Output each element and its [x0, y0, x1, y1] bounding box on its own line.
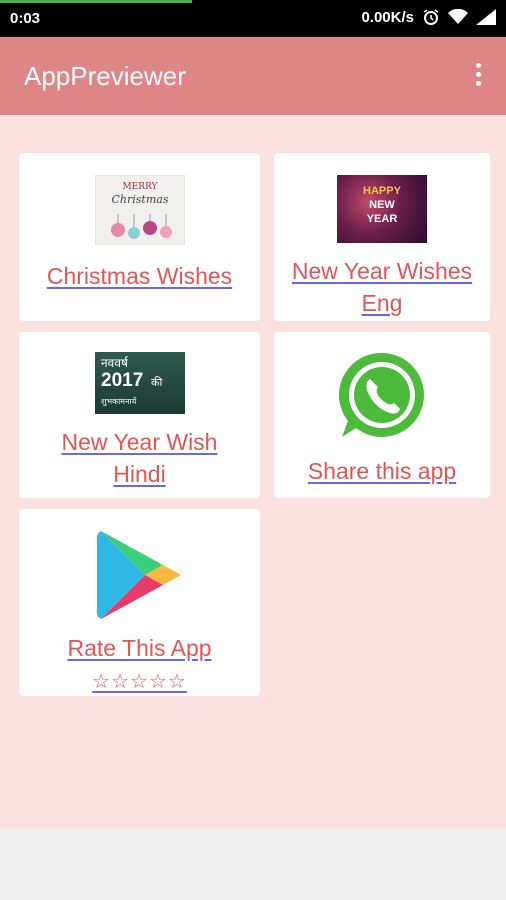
- download-progress-indicator: [0, 0, 192, 3]
- overflow-menu-icon[interactable]: [470, 63, 486, 89]
- christmas-thumb-text-christmas: Christmas: [111, 193, 169, 206]
- share-this-app-text: Share this app: [307, 458, 457, 484]
- eng-text: Eng: [361, 290, 403, 316]
- wifi-icon: [448, 9, 468, 25]
- rate-this-app-label[interactable]: Rate This App ☆☆☆☆☆: [19, 632, 260, 698]
- new-year-wish-hindi-label[interactable]: New Year Wish Hindi: [19, 426, 260, 490]
- thumb-text-navvarsh: नववर्ष: [101, 356, 128, 370]
- content-area: MERRY Christmas Christmas Wishes HAPPY N…: [0, 115, 506, 829]
- christmas-thumb-text-merry: MERRY: [122, 182, 158, 192]
- new-year-hindi-thumbnail: नववर्ष 2017 की शुभकामनायें: [95, 352, 185, 414]
- new-year-wishes-text: New Year Wishes: [291, 258, 473, 284]
- ornament-icons: [111, 214, 172, 239]
- hindi-text: Hindi: [113, 461, 166, 487]
- thumb-text-shubhkamnayen: शुभकामनायें: [101, 397, 137, 406]
- rate-this-app-card[interactable]: Rate This App ☆☆☆☆☆: [19, 509, 260, 696]
- christmas-wishes-text: Christmas Wishes: [46, 263, 233, 289]
- christmas-wishes-label[interactable]: Christmas Wishes: [19, 260, 260, 292]
- status-bar: 0:03 0.00K/s: [0, 0, 506, 37]
- new-year-eng-thumbnail: HAPPY NEW YEAR: [337, 175, 427, 243]
- play-store-icon: [97, 531, 181, 619]
- app-title: AppPreviewer: [24, 61, 186, 91]
- new-year-wishes-eng-card[interactable]: HAPPY NEW YEAR New Year Wishes Eng: [274, 153, 490, 321]
- status-time: 0:03: [10, 10, 41, 27]
- app-bar: AppPreviewer: [0, 37, 506, 115]
- new-year-wish-hindi-card[interactable]: नववर्ष 2017 की शुभकामनायें New Year Wish…: [19, 332, 260, 498]
- network-speed: 0.00K/s: [361, 8, 414, 26]
- thumb-text-new: NEW: [369, 199, 395, 211]
- thumb-text-happy: HAPPY: [363, 185, 401, 197]
- new-year-wish-text: New Year Wish: [61, 429, 218, 455]
- status-right-group: 0.00K/s: [361, 8, 496, 26]
- signal-icon: [476, 9, 496, 25]
- thumb-text-ki: की: [151, 377, 163, 389]
- thumb-text-2017: 2017: [101, 370, 144, 391]
- share-this-app-card[interactable]: Share this app: [274, 332, 490, 498]
- whatsapp-icon: [338, 352, 424, 437]
- new-year-wishes-eng-label[interactable]: New Year Wishes Eng: [274, 255, 490, 319]
- thumb-text-year: YEAR: [366, 213, 398, 225]
- alarm-icon: [422, 8, 440, 26]
- share-this-app-label[interactable]: Share this app: [274, 455, 490, 487]
- christmas-thumbnail: MERRY Christmas: [95, 175, 185, 245]
- christmas-wishes-card[interactable]: MERRY Christmas Christmas Wishes: [19, 153, 260, 321]
- rating-stars: ☆☆☆☆☆: [92, 671, 187, 693]
- rate-this-app-text: Rate This App: [67, 635, 212, 661]
